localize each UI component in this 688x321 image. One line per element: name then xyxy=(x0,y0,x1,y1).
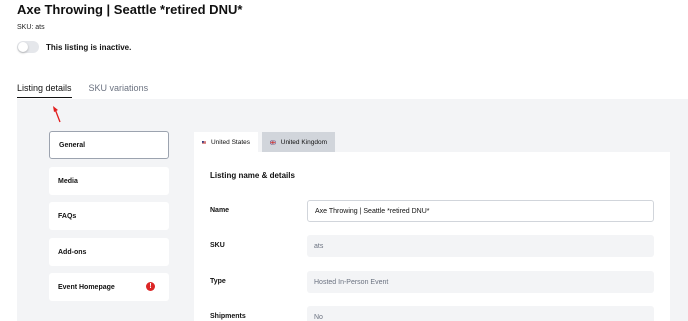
type-field: Hosted In-Person Event xyxy=(307,271,654,293)
tab-sku-variations[interactable]: SKU variations xyxy=(89,83,149,98)
sidebar-item-label: General xyxy=(59,141,86,149)
name-input[interactable]: Axe Throwing | Seattle *retired DNU* xyxy=(307,200,654,222)
alert-icon: ! xyxy=(146,282,155,291)
locale-tab-label: United States xyxy=(210,138,250,146)
sku-field: ats xyxy=(307,235,654,257)
sidebar-item-label: Event Homepage xyxy=(58,283,115,291)
tab-listing-details[interactable]: Listing details xyxy=(17,83,72,98)
sidebar-item-label: Media xyxy=(58,177,78,185)
shipments-label: Shipments xyxy=(210,313,246,320)
sku-label: SKU: ats xyxy=(17,24,45,31)
status-text: This listing is inactive. xyxy=(46,42,132,52)
name-label: Name xyxy=(210,207,230,214)
tab-united-kingdom[interactable]: United Kingdom xyxy=(262,132,335,152)
active-toggle[interactable] xyxy=(17,41,39,53)
main-tabs: Listing details SKU variations xyxy=(17,83,165,98)
sku-field-label: SKU xyxy=(210,242,225,249)
type-label: Type xyxy=(210,278,226,285)
locale-tab-label: United Kingdom xyxy=(280,138,327,146)
annotation-arrow-icon xyxy=(53,106,61,123)
toggle-knob xyxy=(18,42,28,52)
sidebar-item-media[interactable]: Media xyxy=(49,167,169,195)
sidebar-item-event-homepage[interactable]: Event Homepage ! xyxy=(49,273,169,301)
page-title: Axe Throwing | Seattle *retired DNU* xyxy=(17,2,243,17)
section-title: Listing name & details xyxy=(210,171,295,180)
sidebar-item-faqs[interactable]: FAQs xyxy=(49,202,169,230)
us-flag-icon xyxy=(202,140,206,144)
tab-united-states[interactable]: United States xyxy=(194,132,258,152)
sidebar-item-label: Add-ons xyxy=(58,248,87,256)
sidebar-item-label: FAQs xyxy=(58,212,77,220)
status-row: This listing is inactive. xyxy=(17,40,131,54)
shipments-field: No xyxy=(307,306,654,321)
sidebar-item-general[interactable]: General xyxy=(49,131,169,159)
uk-flag-icon xyxy=(270,139,276,145)
sidebar-item-add-ons[interactable]: Add-ons xyxy=(49,238,169,266)
